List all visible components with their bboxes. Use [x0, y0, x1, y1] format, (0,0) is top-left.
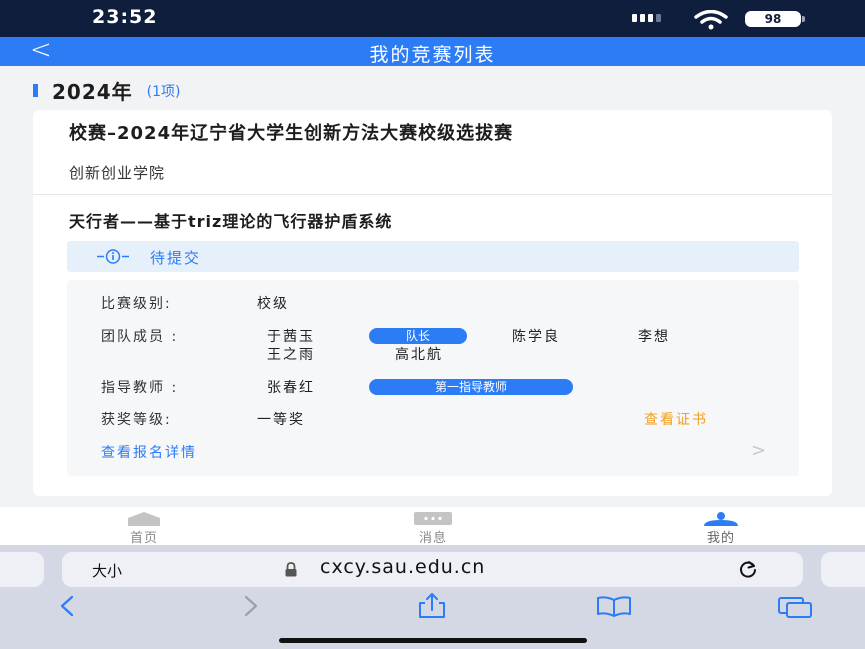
previous-tab-pill[interactable]	[0, 552, 44, 587]
tab-messages[interactable]: 消息	[373, 507, 493, 546]
cellular-signal-icon	[632, 14, 661, 22]
level-value: 校级	[257, 296, 289, 312]
advisor-tag: 第一指导教师	[369, 379, 573, 395]
tab-bar: 首页 消息 我的	[0, 507, 865, 546]
status-bar: 23:52 98	[0, 0, 865, 37]
battery-icon: 98	[745, 11, 801, 27]
share-icon[interactable]	[412, 593, 452, 619]
bookmarks-icon[interactable]	[594, 593, 634, 619]
divider	[33, 194, 832, 195]
leader-tag: 队长	[369, 328, 467, 344]
view-certificate-link[interactable]: 查看证书	[644, 409, 708, 429]
advisor-name: 张春红	[267, 380, 315, 396]
view-registration-details-link[interactable]: 查看报名详情	[101, 442, 197, 462]
next-tab-pill[interactable]	[821, 552, 865, 587]
tab-messages-label: 消息	[418, 531, 447, 546]
team-member: 于茜玉	[267, 329, 315, 345]
year-group-header: 2024年 (1项)	[33, 76, 181, 105]
team-member: 王之雨	[267, 347, 315, 363]
team-member: 陈学良	[512, 329, 560, 345]
clock: 23:52	[92, 6, 158, 28]
address-bar[interactable]: 大小 cxcy.sau.edu.cn	[62, 552, 803, 587]
team-member: 高北航	[395, 347, 443, 363]
level-label: 比赛级别:	[101, 296, 172, 312]
tab-mine-label: 我的	[706, 531, 735, 546]
message-icon	[414, 512, 452, 525]
year-count: (1项)	[146, 83, 181, 100]
battery-tip	[802, 16, 805, 22]
detail-panel: 比赛级别: 校级 团队成员 : 于茜玉 队长 陈学良 李想 王之雨 高北航 指导…	[67, 280, 799, 476]
user-icon	[704, 512, 738, 526]
browser-toolbar: 大小 cxcy.sau.edu.cn	[0, 545, 865, 649]
tab-home-label: 首页	[129, 531, 158, 546]
forward-icon[interactable]	[232, 593, 272, 619]
award-value: 一等奖	[257, 412, 305, 428]
year-marker	[33, 84, 38, 97]
wifi-icon	[694, 10, 728, 30]
team-member: 李想	[638, 329, 670, 345]
lock-icon	[285, 562, 297, 577]
info-icon	[97, 249, 129, 264]
reload-icon[interactable]	[737, 558, 759, 580]
competition-card: 校赛–2024年辽宁省大学生创新方法大赛校级选拔赛 创新创业学院 天行者——基于…	[33, 110, 832, 496]
page-title: 我的竞赛列表	[369, 44, 496, 66]
home-icon	[128, 512, 160, 526]
chevron-right-icon[interactable]: >	[751, 440, 766, 461]
competition-title: 校赛–2024年辽宁省大学生创新方法大赛校级选拔赛	[69, 123, 514, 144]
navigation-bar: < 我的竞赛列表	[0, 35, 865, 66]
competition-organizer: 创新创业学院	[69, 164, 166, 182]
year-label: 2024年	[52, 80, 133, 104]
status-banner: 待提交	[67, 241, 799, 272]
tabs-icon[interactable]	[776, 593, 816, 619]
tab-mine[interactable]: 我的	[661, 507, 781, 546]
award-label: 获奖等级:	[101, 412, 172, 428]
advisor-label: 指导教师 :	[101, 380, 179, 396]
tab-home[interactable]: 首页	[84, 507, 204, 546]
back-icon[interactable]	[48, 593, 88, 619]
team-label: 团队成员 :	[101, 329, 179, 345]
project-name: 天行者——基于triz理论的飞行器护盾系统	[69, 212, 393, 231]
url-text[interactable]: cxcy.sau.edu.cn	[320, 556, 485, 578]
page-size-button[interactable]: 大小	[92, 560, 122, 581]
status-text: 待提交	[150, 249, 202, 267]
home-indicator	[279, 638, 587, 643]
